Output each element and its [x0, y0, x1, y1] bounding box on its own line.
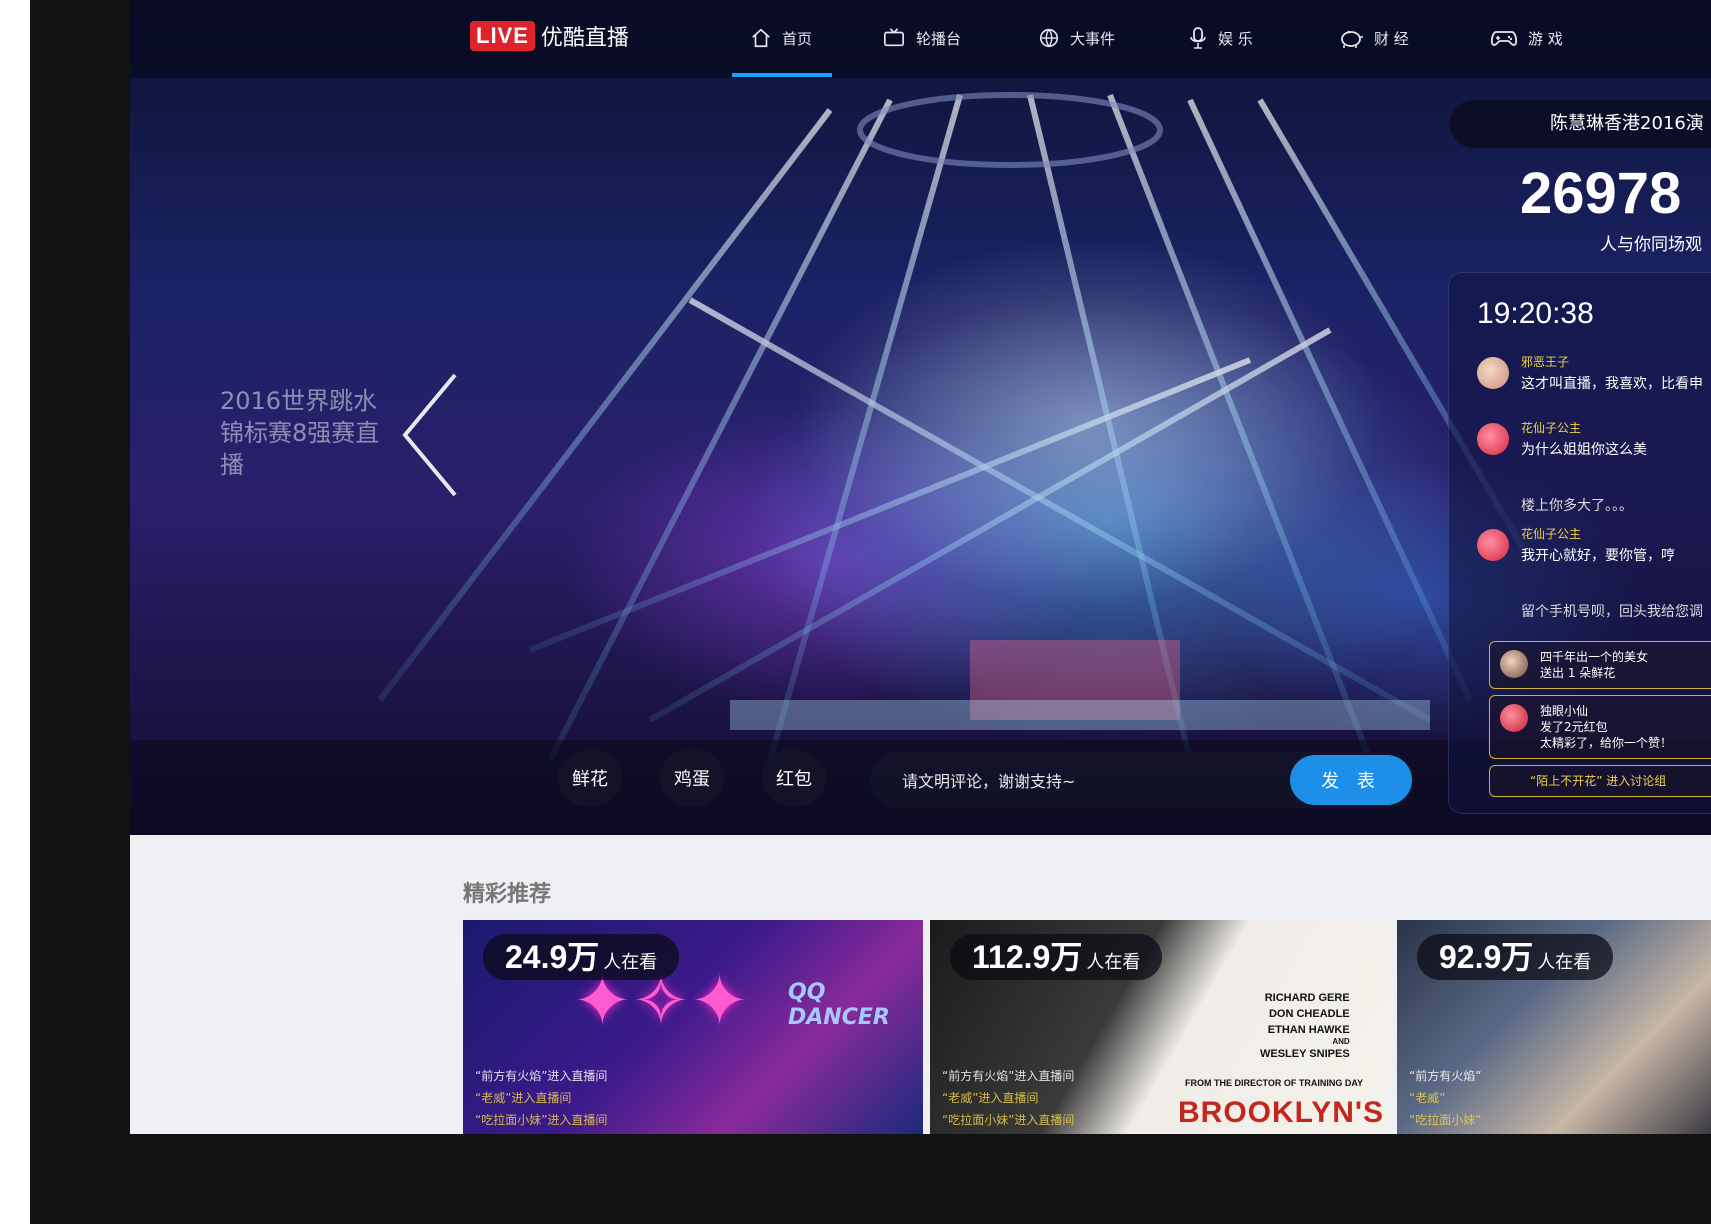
recommend-card[interactable]: ✦✧✦ QQ DANCER 24.9万 人在看 “前方有火焰”进入直播间 “老威…	[463, 920, 923, 1134]
viewer-badge: 112.9万 人在看	[950, 934, 1163, 980]
youku-live-logo[interactable]: LIVE 优酷直播	[470, 20, 629, 52]
microphone-icon	[1190, 27, 1206, 49]
avatar	[1477, 529, 1509, 561]
logo-live-badge: LIVE	[470, 21, 535, 51]
credit-line: AND	[1332, 1037, 1350, 1046]
card-comments: “前方有火焰” “老威” “吃拉面小妹”	[1409, 1065, 1481, 1131]
chat-username: 花仙子公主	[1521, 421, 1582, 435]
join-notice-card: “陌上不开花” 进入讨论组	[1489, 765, 1711, 797]
viewer-badge: 92.9万 人在看	[1417, 934, 1614, 980]
credit-line: RICHARD GERE	[1264, 992, 1350, 1004]
nav-item-finance[interactable]: 财 经	[1338, 22, 1409, 54]
chat-text: 为什么姐姐你这么美	[1521, 442, 1647, 458]
card-comments: “前方有火焰”进入直播间 “老威”进入直播间 “吃拉面小妹”进入直播间	[942, 1065, 1074, 1131]
viewer-badge: 24.9万 人在看	[483, 934, 680, 980]
recommend-card[interactable]: 92.9万 人在看 “前方有火焰” “老威” “吃拉面小妹”	[1397, 920, 1711, 1134]
credit-line: WESLEY SNIPES	[1260, 1048, 1350, 1060]
avatar	[1500, 650, 1528, 678]
home-icon	[752, 28, 770, 48]
chat-text: 这才叫直播，我喜欢，比看申	[1521, 376, 1703, 392]
chevron-left-icon[interactable]	[395, 370, 465, 500]
gamepad-icon	[1490, 31, 1518, 46]
send-comment-button[interactable]: 发 表	[1290, 755, 1412, 805]
gift-sender: 独眼小仙	[1540, 704, 1589, 718]
nav-item-carousel[interactable]: 轮播台	[882, 22, 961, 54]
piggy-bank-icon	[1341, 30, 1363, 48]
event-title-pill: 陈慧琳香港2016演	[1450, 100, 1711, 148]
viewer-badge-count: 24.9万	[505, 939, 600, 975]
top-nav-bar: LIVE 优酷直播 首页 轮播台 大事件 娱 乐 财 经 游 戏	[130, 0, 1711, 78]
card-comments: “前方有火焰”进入直播间 “老威”进入直播间 “吃拉面小妹”进入直播间	[475, 1065, 607, 1131]
join-notice: “陌上不开花” 进入讨论组	[1530, 774, 1667, 788]
card-comment: “前方有火焰”进入直播间	[475, 1069, 608, 1083]
comment-input[interactable]	[900, 768, 1264, 794]
gift-detail: 送出 1 朵鲜花	[1540, 666, 1616, 680]
card-art-title: QQ DANCER	[788, 980, 890, 1030]
viewer-badge-count: 112.9万	[972, 939, 1083, 975]
viewer-count: 26978	[1520, 161, 1682, 226]
credit-line: DON CHEADLE	[1268, 1008, 1350, 1020]
recommend-card[interactable]: 112.9万 人在看 RICHARD GERE DON CHEADLE ETHA…	[930, 920, 1390, 1134]
nav-active-indicator	[732, 73, 832, 77]
viewer-count-label: 人与你同场观	[1600, 235, 1702, 255]
card-comment: “前方有火焰”	[1409, 1069, 1482, 1083]
gift-message: 太精彩了，给你一个赞！	[1540, 736, 1673, 750]
browser-viewport: LIVE 优酷直播 首页 轮播台 大事件 娱 乐 财 经 游 戏 2016世界跳…	[130, 0, 1711, 1134]
gift-egg-button[interactable]: 鸡蛋	[660, 750, 724, 806]
card-comment: “老威”进入直播间	[475, 1091, 572, 1105]
gift-redpacket-button[interactable]: 红包	[762, 750, 826, 806]
card-comment: “老威”进入直播间	[942, 1091, 1039, 1105]
chat-username: 花仙子公主	[1521, 527, 1582, 541]
chat-username: 邪恶王子	[1521, 355, 1570, 369]
credit-line: ETHAN HAWKE	[1267, 1024, 1350, 1036]
globe-icon	[1039, 28, 1059, 48]
nav-item-label: 轮播台	[916, 29, 962, 48]
nav-item-entertainment[interactable]: 娱 乐	[1188, 22, 1253, 54]
card-comment: “老威”	[1409, 1091, 1446, 1105]
avatar	[1500, 704, 1528, 732]
nav-item-label: 娱 乐	[1218, 29, 1253, 48]
gift-flower-button[interactable]: 鲜花	[558, 750, 622, 806]
viewer-badge-count: 92.9万	[1439, 939, 1534, 975]
gift-notice-card: 独眼小仙 发了2元红包 太精彩了，给你一个赞！	[1489, 695, 1711, 759]
chat-text: 留个手机号呗，回头我给您调	[1521, 604, 1703, 620]
nav-item-events[interactable]: 大事件	[1038, 22, 1115, 54]
nav-item-label: 大事件	[1070, 29, 1116, 48]
chat-clock: 19:20:38	[1477, 297, 1594, 330]
movie-credits: RICHARD GERE DON CHEADLE ETHAN HAWKE AND…	[1260, 990, 1350, 1062]
viewer-badge-unit: 人在看	[1537, 952, 1592, 973]
card-comment: “吃拉面小妹”进入直播间	[475, 1113, 608, 1127]
movie-title: BROOKLYN'S	[1178, 1096, 1385, 1129]
chat-text: 楼上你多大了。。。	[1521, 498, 1633, 514]
section-title: 精彩推荐	[463, 882, 552, 907]
chat-text: 我开心就好，要你管，哼	[1521, 548, 1675, 564]
avatar	[1477, 423, 1509, 455]
viewer-badge-unit: 人在看	[603, 952, 658, 973]
gift-sender: 四千年出一个的美女	[1540, 650, 1649, 664]
avatar	[1477, 357, 1509, 389]
chat-panel: 19:20:38 邪恶王子 这才叫直播，我喜欢，比看申 花仙子公主 为什么姐姐你…	[1448, 272, 1711, 814]
nav-item-label: 财 经	[1374, 29, 1409, 48]
nav-item-label: 游 戏	[1528, 29, 1563, 48]
card-comment: “前方有火焰”进入直播间	[942, 1069, 1075, 1083]
movie-subline: FROM THE DIRECTOR OF TRAINING DAY	[1185, 1078, 1364, 1088]
viewer-badge-unit: 人在看	[1086, 952, 1141, 973]
tv-icon	[884, 28, 904, 47]
prev-stream-title[interactable]: 2016世界跳水锦标赛8强赛直播	[220, 385, 400, 481]
card-comment: “吃拉面小妹”	[1409, 1113, 1482, 1127]
comment-bar: 发 表	[870, 752, 1415, 808]
nav-item-games[interactable]: 游 戏	[1490, 22, 1563, 54]
gift-detail: 发了2元红包	[1540, 720, 1608, 734]
gift-notice-card: 四千年出一个的美女 送出 1 朵鲜花	[1489, 641, 1711, 689]
nav-item-home[interactable]: 首页	[750, 22, 812, 54]
live-stream-hero[interactable]: LIVE 优酷直播 首页 轮播台 大事件 娱 乐 财 经 游 戏 2016世界跳…	[130, 0, 1711, 835]
logo-text: 优酷直播	[540, 26, 629, 51]
nav-item-label: 首页	[782, 29, 813, 48]
card-comment: “吃拉面小妹”进入直播间	[942, 1113, 1075, 1127]
